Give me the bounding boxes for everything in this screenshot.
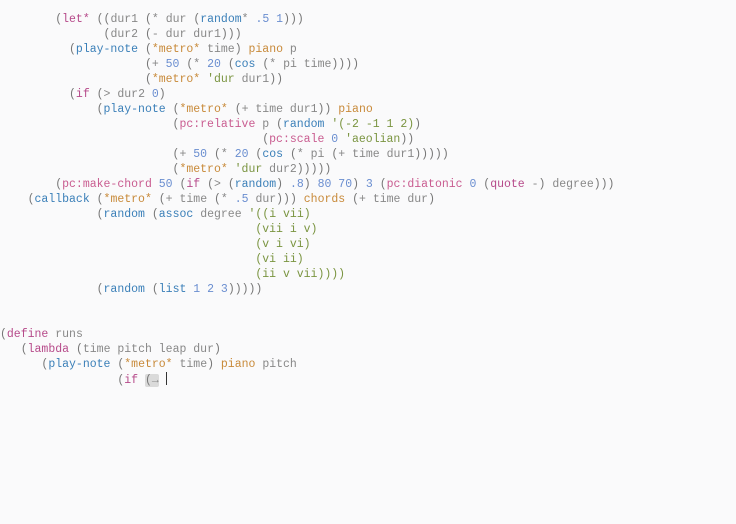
text-cursor [166,372,167,385]
code-editor[interactable]: (let* ((dur1 (* dur (random* .5 1))) (du… [0,12,736,388]
